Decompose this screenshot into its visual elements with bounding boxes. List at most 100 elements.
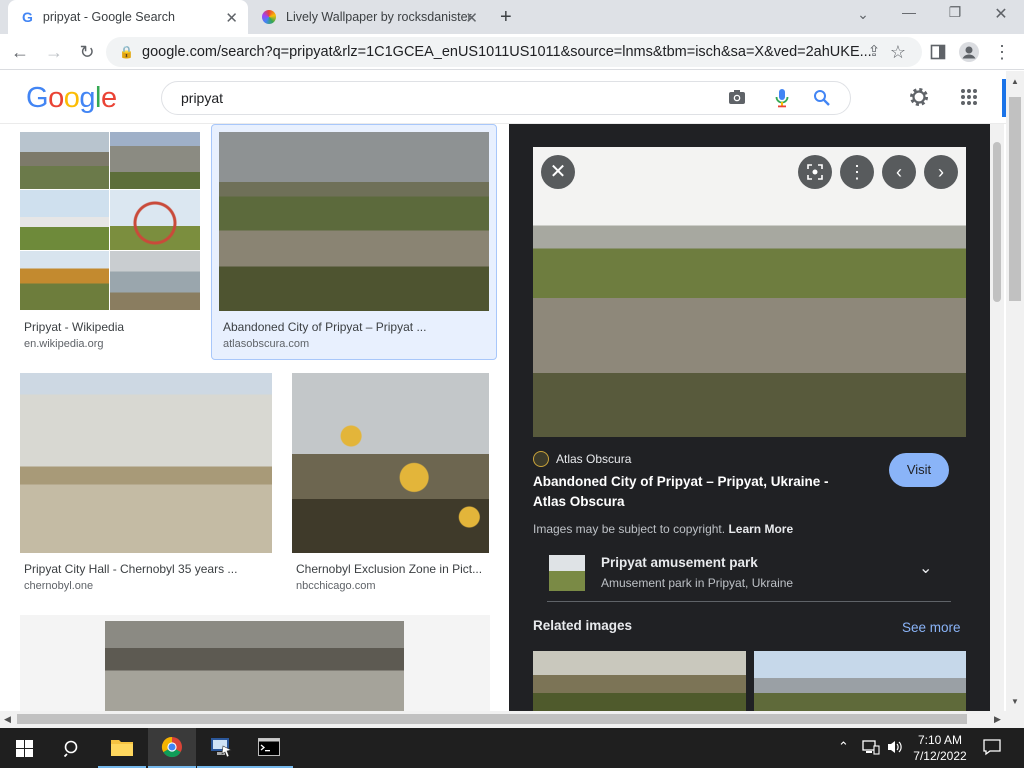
horizontal-scrollbar[interactable]: ◀ ▶	[0, 711, 1024, 728]
entity-name: Pripyat amusement park	[601, 555, 758, 570]
search-query[interactable]: pripyat	[181, 90, 223, 106]
browser-menu-icon[interactable]: ⋮	[990, 40, 1014, 64]
result-caption: Pripyat - Wikipedia	[24, 320, 125, 334]
apps-grid-icon[interactable]	[960, 88, 978, 111]
scroll-left-arrow-icon[interactable]: ◀	[4, 714, 11, 725]
result-thumbnail	[20, 251, 109, 310]
tab-google-search[interactable]: G pripyat - Google Search ✕	[8, 0, 248, 34]
side-panel-icon[interactable]	[926, 40, 950, 64]
network-icon[interactable]	[862, 738, 880, 761]
windows-taskbar: ⌃ 7:10 AM 7/12/2022	[0, 728, 1024, 768]
page-scrollbar[interactable]: ▲ ▼	[1006, 71, 1024, 711]
result-source: en.wikipedia.org	[24, 338, 104, 350]
learn-more-link[interactable]: Learn More	[728, 522, 793, 536]
minimize-button[interactable]: —	[889, 4, 929, 26]
atlas-obscura-favicon-icon	[533, 451, 549, 467]
scroll-thumb[interactable]	[1009, 97, 1021, 301]
profile-avatar-icon[interactable]	[957, 40, 981, 64]
tab-title: Lively Wallpaper by rocksdanister	[286, 10, 472, 24]
related-images-heading: Related images	[533, 618, 633, 633]
clock[interactable]: 7:10 AM 7/12/2022	[905, 732, 975, 764]
google-header: Google pripyat	[0, 71, 1024, 124]
terminal-icon[interactable]	[245, 728, 293, 768]
result-card[interactable]: Chernobyl Exclusion Zone in Pict... nbcc…	[292, 373, 489, 595]
result-card-selected[interactable]: Abandoned City of Pripyat – Pripyat ... …	[211, 124, 497, 360]
taskbar-search-icon[interactable]	[48, 728, 96, 768]
lens-search-icon[interactable]	[798, 155, 832, 189]
tab-lively-wallpaper[interactable]: Lively Wallpaper by rocksdanister ✕	[248, 0, 488, 34]
google-logo-letter: g	[79, 82, 95, 114]
address-url: google.com/search?q=pripyat&rlz=1C1GCEA_…	[142, 44, 872, 60]
address-bar[interactable]: 🔒 google.com/search?q=pripyat&rlz=1C1GCE…	[106, 37, 922, 67]
back-arrow-icon[interactable]: ←	[8, 40, 32, 64]
copyright-notice: Images may be subject to copyright. Lear…	[533, 522, 793, 536]
chrome-icon[interactable]	[148, 728, 196, 768]
bookmark-star-icon[interactable]: ☆	[886, 40, 910, 64]
scroll-down-arrow-icon[interactable]: ▼	[1011, 697, 1019, 706]
related-image[interactable]	[754, 651, 966, 711]
forward-arrow-icon[interactable]: →	[42, 40, 66, 64]
share-icon[interactable]: ⇪	[862, 40, 886, 64]
tab-search-icon[interactable]: ⌄	[843, 6, 883, 28]
result-thumbnail	[105, 621, 404, 711]
google-logo-letter: o	[63, 82, 80, 114]
result-source: nbcchicago.com	[296, 580, 376, 592]
windows-start-icon[interactable]	[0, 728, 48, 768]
panel-scrollbar[interactable]	[990, 124, 1004, 711]
scroll-right-arrow-icon[interactable]: ▶	[994, 714, 1001, 725]
result-source: atlasobscura.com	[223, 338, 310, 350]
preview-site-name[interactable]: Atlas Obscura	[556, 452, 631, 466]
entity-card[interactable]: Pripyat amusement park Amusement park in…	[547, 544, 951, 602]
preview-panel: ✕ ⋮ ‹ › Atlas Obscura Abandoned City of …	[509, 124, 990, 711]
preview-title[interactable]: Abandoned City of Pripyat – Pripyat, Ukr…	[533, 472, 863, 512]
related-image[interactable]	[533, 651, 746, 711]
google-logo-letter: G	[26, 82, 49, 114]
result-card[interactable]: Pripyat - Wikipedia en.wikipedia.org	[20, 132, 200, 356]
chevron-down-icon[interactable]: ⌄	[919, 558, 932, 578]
remote-desktop-icon[interactable]	[197, 728, 245, 768]
scroll-thumb[interactable]	[17, 714, 967, 724]
result-card[interactable]: Pripyat City Hall - Chernobyl 35 years .…	[20, 373, 272, 595]
scroll-up-arrow-icon[interactable]: ▲	[1011, 77, 1019, 86]
see-more-link[interactable]: See more	[902, 620, 961, 635]
chevron-up-icon[interactable]: ⌃	[838, 739, 849, 755]
google-logo[interactable]: Google	[26, 82, 117, 115]
copyright-text: Images may be subject to copyright.	[533, 522, 726, 536]
preview-image[interactable]	[533, 147, 966, 437]
result-caption: Abandoned City of Pripyat – Pripyat ...	[223, 320, 427, 334]
visit-button[interactable]: Visit	[889, 453, 949, 487]
lively-icon	[262, 10, 276, 24]
camera-icon[interactable]	[728, 88, 746, 111]
result-card[interactable]	[20, 615, 490, 711]
file-explorer-icon[interactable]	[98, 728, 146, 768]
browser-toolbar: ← → ↻ 🔒 google.com/search?q=pripyat&rlz=…	[0, 34, 1024, 70]
previous-arrow-icon[interactable]: ‹	[882, 155, 916, 189]
result-caption: Pripyat City Hall - Chernobyl 35 years .…	[24, 562, 238, 576]
result-thumbnail	[219, 132, 489, 311]
close-icon[interactable]: ✕	[541, 155, 575, 189]
microphone-icon[interactable]	[774, 88, 790, 113]
new-tab-button[interactable]: +	[500, 6, 512, 29]
settings-gear-icon[interactable]	[908, 86, 930, 113]
notifications-icon[interactable]	[983, 738, 1001, 761]
close-tab-icon[interactable]: ✕	[465, 9, 478, 27]
close-tab-icon[interactable]: ✕	[225, 9, 238, 27]
clock-time: 7:10 AM	[917, 733, 963, 747]
search-icon[interactable]	[813, 89, 831, 112]
volume-icon[interactable]	[886, 738, 904, 761]
tab-strip: G pripyat - Google Search ✕ Lively Wallp…	[0, 0, 1024, 34]
next-arrow-icon[interactable]: ›	[924, 155, 958, 189]
restore-button[interactable]: ❐	[935, 4, 975, 26]
scroll-thumb[interactable]	[993, 142, 1001, 302]
search-box[interactable]: pripyat	[161, 81, 851, 115]
tab-title: pripyat - Google Search	[42, 10, 175, 24]
more-options-icon[interactable]: ⋮	[840, 155, 874, 189]
entity-description: Amusement park in Pripyat, Ukraine	[601, 576, 794, 590]
lock-icon: 🔒	[119, 45, 134, 59]
close-window-button[interactable]: ✕	[981, 4, 1021, 26]
result-thumbnail	[20, 190, 109, 250]
google-g-icon: G	[22, 9, 33, 25]
image-results: Pripyat - Wikipedia en.wikipedia.org Aba…	[0, 124, 508, 711]
reload-icon[interactable]: ↻	[75, 40, 99, 64]
result-thumbnail	[110, 190, 200, 250]
